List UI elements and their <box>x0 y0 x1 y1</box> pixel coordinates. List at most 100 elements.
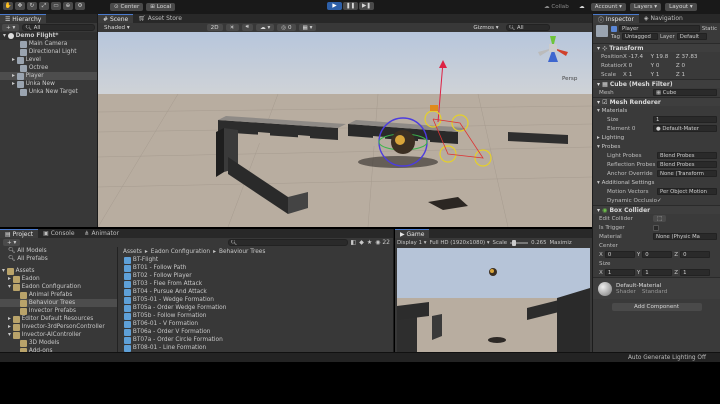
step-button[interactable]: ▶❚ <box>359 2 374 10</box>
2d-toggle[interactable]: 2D <box>206 24 223 31</box>
active-checkbox[interactable] <box>611 25 617 32</box>
tab-asset-store[interactable]: 🛒︎ Asset Store <box>133 14 187 23</box>
breadcrumb-behaviour-trees[interactable]: Behaviour Trees <box>219 249 265 255</box>
rotation-x[interactable]: 0 <box>629 63 651 69</box>
maximize-on-play-toggle[interactable]: Maximiz <box>550 240 572 246</box>
collider-material-field[interactable]: None (Physic Ma <box>653 233 717 240</box>
hierarchy-item-level[interactable]: ▸ Level <box>0 56 97 64</box>
list-item[interactable]: BT04 - Pursue And Attack <box>119 288 393 296</box>
hierarchy-item-unka-new[interactable]: ▸ Unka New <box>0 80 97 88</box>
center-x[interactable]: 0 <box>604 251 635 258</box>
filter-by-label-icon[interactable]: ◆ <box>359 239 364 246</box>
list-item[interactable]: BT06-01 - V Formation <box>119 320 393 328</box>
material-section[interactable]: Default-Material Shader Standard <box>593 277 720 299</box>
custom-tool-button[interactable]: ⚙ <box>75 2 85 10</box>
shader-dropdown[interactable]: Standard <box>642 289 667 295</box>
tab-hierarchy[interactable]: ☰ Hierarchy <box>0 14 47 23</box>
rotation-z[interactable]: 0 <box>681 63 685 69</box>
element-0-field[interactable]: ● Default-Mater <box>653 125 717 132</box>
add-component-button[interactable]: Add Component <box>611 303 702 311</box>
play-button[interactable]: ▶ <box>327 2 342 10</box>
tab-inspector[interactable]: ⓘ Inspector <box>593 14 639 24</box>
reflection-probes-dropdown[interactable]: Blend Probes <box>657 161 717 168</box>
layout-dropdown[interactable]: Layout ▾ <box>665 3 697 11</box>
gizmos-dropdown[interactable]: Gizmos ▾ <box>469 24 502 31</box>
mesh-filter-header[interactable]: ▾ ▦ Cube (Mesh Filter) <box>593 79 720 88</box>
folder-eadon[interactable]: ▸ Eadon <box>0 275 117 283</box>
hierarchy-item-main-camera[interactable]: Main Camera <box>0 40 97 48</box>
transform-header[interactable]: ▾ ⊹ Transform <box>593 43 720 52</box>
center-toggle[interactable]: ⊙ Center <box>110 3 144 11</box>
folder-3d-models[interactable]: 3D Models <box>0 339 117 347</box>
favorite-icon[interactable]: ★ <box>367 239 372 246</box>
scale-tool-button[interactable]: ⤢ <box>39 2 49 10</box>
list-item[interactable]: BT05-01 - Wedge Formation <box>119 296 393 304</box>
scene-search[interactable]: 🔍︎ All <box>505 24 550 31</box>
enabled-checkbox[interactable]: ☑ <box>602 99 609 106</box>
shading-mode-dropdown[interactable]: Shaded ▾ <box>100 24 134 31</box>
folder-invector-3rdperson[interactable]: ▸ Invector-3rdPersonController <box>0 323 117 331</box>
light-probes-dropdown[interactable]: Blend Probes <box>657 152 717 159</box>
transform-tool-button[interactable]: ⊕ <box>63 2 73 10</box>
list-item[interactable]: BT02 - Follow Player <box>119 272 393 280</box>
grid-toggle[interactable]: ▦ ▾ <box>298 24 317 31</box>
list-item[interactable]: BT06a - Order V Formation <box>119 328 393 336</box>
persp-label[interactable]: Persp <box>562 76 577 82</box>
scale-slider[interactable] <box>510 239 529 246</box>
mesh-field[interactable]: ▦ Cube <box>653 89 717 96</box>
hierarchy-item-directional-light[interactable]: Directional Light <box>0 48 97 56</box>
hand-tool-button[interactable]: ✋ <box>3 2 13 10</box>
scene-root[interactable]: ▾ Demo Flight* <box>0 32 97 40</box>
is-trigger-checkbox[interactable] <box>653 224 659 231</box>
rotation-y[interactable]: 0 <box>656 63 676 69</box>
probes-foldout[interactable]: ▾ Probes <box>593 142 720 151</box>
effects-dropdown[interactable]: ☁ ▾ <box>256 24 275 31</box>
folder-eadon-configuration[interactable]: ▾ Eadon Configuration <box>0 283 117 291</box>
list-item[interactable]: BT08-01 - Line Formation <box>119 344 393 352</box>
tab-console[interactable]: ▣ Console <box>38 229 79 238</box>
position-z[interactable]: 37.83 <box>681 54 697 60</box>
center-z[interactable]: 0 <box>680 251 711 258</box>
motion-vectors-dropdown[interactable]: Per Object Motion <box>657 188 717 195</box>
folder-animal-prefabs[interactable]: Animal Prefabs <box>0 291 117 299</box>
dynamic-occlusion-checkbox[interactable]: ✓ <box>657 198 662 204</box>
list-item[interactable]: BT05a - Order Wedge Formation <box>119 304 393 312</box>
layer-dropdown[interactable]: Default <box>676 33 707 40</box>
folder-editor-default-resources[interactable]: ▸ Editor Default Resources <box>0 315 117 323</box>
box-collider-header[interactable]: ▾ ◉ Box Collider <box>593 205 720 214</box>
object-name-field[interactable]: Player <box>619 25 700 32</box>
favorites-all-prefabs[interactable]: 🔍︎ All Prefabs <box>0 255 117 263</box>
rect-tool-button[interactable]: ▭ <box>51 2 61 10</box>
tab-navigation[interactable]: ◈ Navigation <box>639 14 688 23</box>
hidden-objects-toggle[interactable]: ◎ 0 <box>277 24 296 31</box>
tab-scene[interactable]: # Scene <box>98 14 134 23</box>
orientation-gizmo[interactable] <box>528 34 578 74</box>
pause-button[interactable]: ❚❚ <box>343 2 358 10</box>
hierarchy-search[interactable]: 🔍︎ All <box>22 24 95 31</box>
tab-project[interactable]: ▤ Project <box>0 229 39 238</box>
filter-by-type-icon[interactable]: ◧ <box>351 239 357 246</box>
position-y[interactable]: 19.8 <box>656 54 676 60</box>
tab-game[interactable]: ▶ Game <box>395 229 430 238</box>
collab-button[interactable]: ☁ Collab <box>540 3 573 11</box>
move-tool-button[interactable]: ✥ <box>15 2 25 10</box>
breadcrumb-assets[interactable]: Assets <box>123 249 142 255</box>
display-dropdown[interactable]: Display 1 ▾ <box>397 240 426 246</box>
rotate-tool-button[interactable]: ↻ <box>27 2 37 10</box>
center-y[interactable]: 0 <box>642 251 673 258</box>
scale-x[interactable]: 1 <box>629 72 651 78</box>
folder-invector-prefabs[interactable]: Invector Prefabs <box>0 307 117 315</box>
materials-size-field[interactable]: 1 <box>653 116 717 123</box>
position-x[interactable]: -17.4 <box>629 54 651 60</box>
enabled-checkbox[interactable]: ◉ <box>602 207 609 214</box>
materials-foldout[interactable]: ▾ Materials <box>593 106 720 115</box>
additional-settings-foldout[interactable]: ▾ Additional Settings <box>593 178 720 187</box>
audio-toggle[interactable]: 🔊︎ <box>241 24 254 31</box>
hidden-packages-icon[interactable]: ◉ 22 <box>375 239 390 246</box>
hierarchy-item-octree[interactable]: Octree <box>0 64 97 72</box>
folder-behaviour-trees[interactable]: Behaviour Trees <box>0 299 117 307</box>
tag-dropdown[interactable]: Untagged <box>621 33 658 40</box>
list-item[interactable]: BT01 - Follow Path <box>119 264 393 272</box>
breadcrumb-eadon-configuration[interactable]: Eadon Configuration <box>151 249 210 255</box>
resolution-dropdown[interactable]: Full HD (1920x1080) ▾ <box>429 240 489 246</box>
